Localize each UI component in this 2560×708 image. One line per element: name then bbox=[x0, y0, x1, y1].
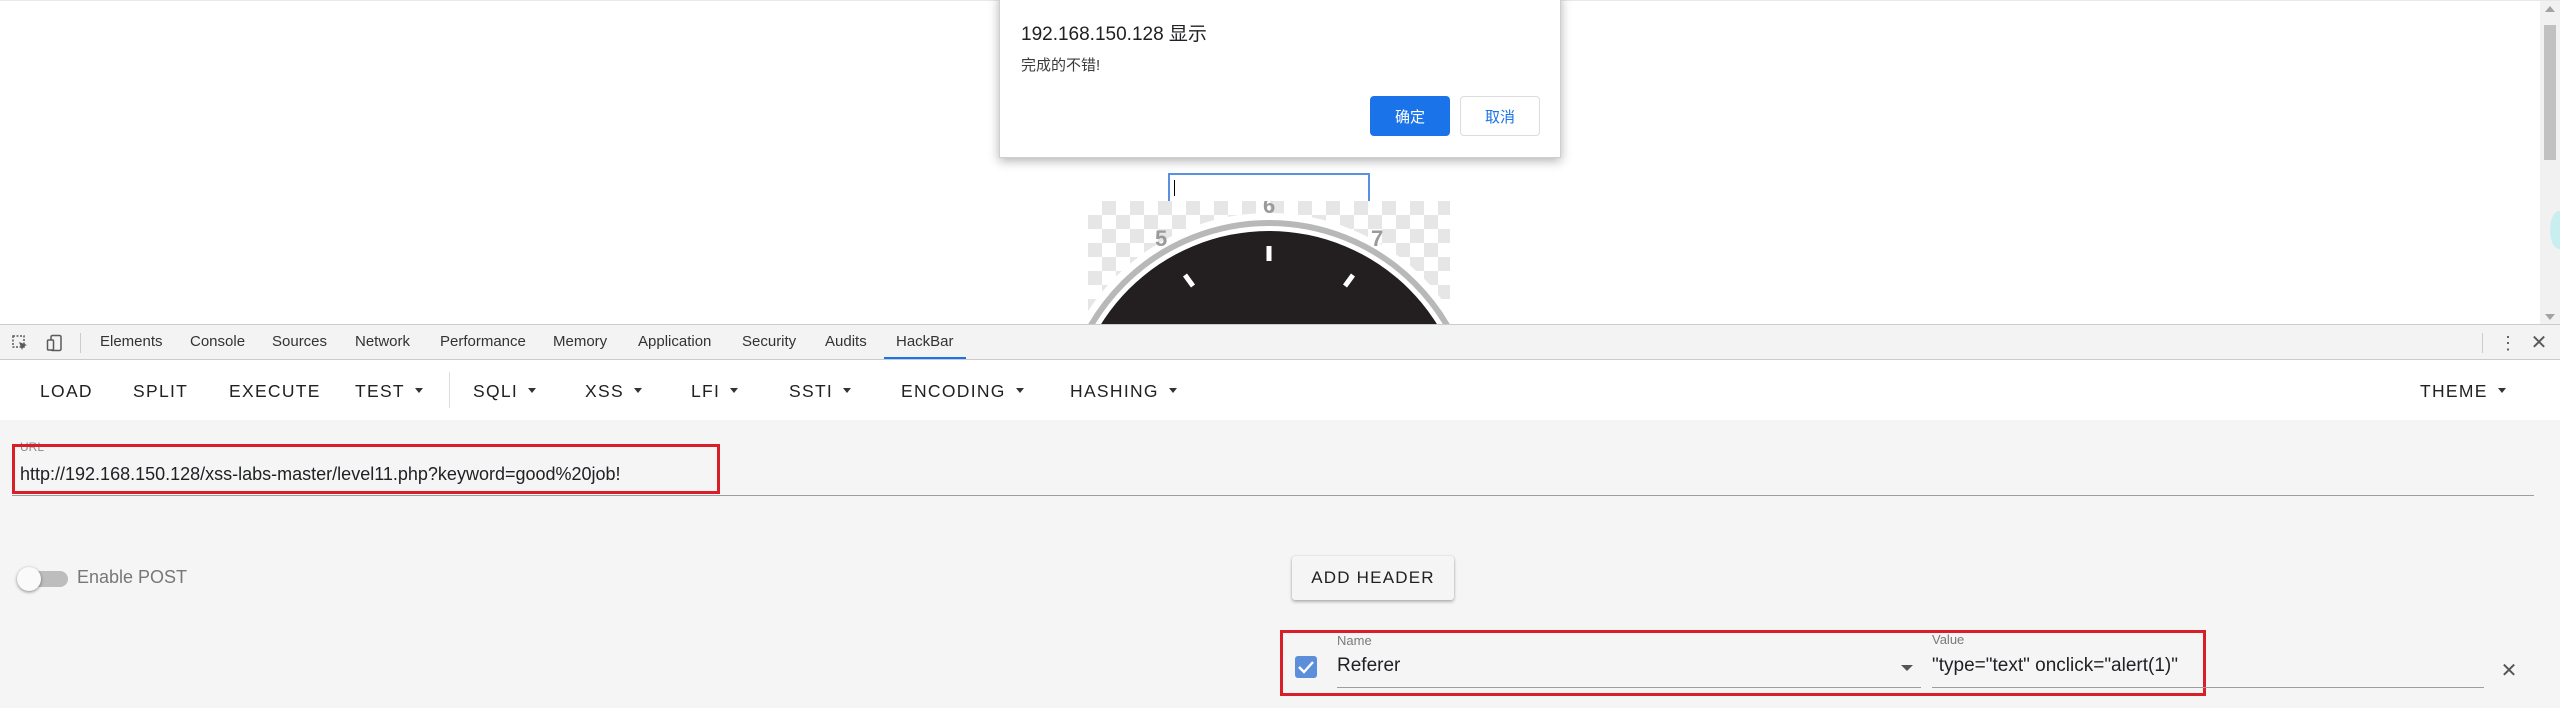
remove-header-icon[interactable]: ✕ bbox=[2498, 660, 2520, 682]
header-name-label: Name bbox=[1337, 633, 1372, 648]
url-highlight-box bbox=[12, 444, 720, 494]
tab-sources[interactable]: Sources bbox=[272, 325, 327, 359]
alert-title: 192.168.150.128 显示 bbox=[1021, 24, 1207, 45]
browser-window: 5 6 7 192.168.150.128 显示 完成的不错! 确定 取消 El… bbox=[0, 0, 2560, 708]
header-enabled-checkbox[interactable] bbox=[1295, 656, 1317, 678]
inspect-element-icon[interactable] bbox=[11, 334, 29, 352]
alert-cancel-button[interactable]: 取消 bbox=[1460, 96, 1540, 136]
hashing-menu-label: HASHING bbox=[1070, 381, 1159, 401]
chevron-down-icon bbox=[730, 387, 739, 393]
theme-menu[interactable]: THEME bbox=[2420, 381, 2506, 401]
header-value-underline bbox=[1932, 687, 2484, 688]
header-name-underline bbox=[1337, 687, 1921, 688]
hashing-menu[interactable]: HASHING bbox=[1070, 381, 1177, 401]
clock-image: 5 6 7 bbox=[1088, 201, 1450, 324]
encoding-menu[interactable]: ENCODING bbox=[901, 381, 1024, 401]
tab-network[interactable]: Network bbox=[355, 325, 410, 359]
devtools-tabbar: Elements Console Sources Network Perform… bbox=[0, 324, 2560, 360]
lfi-menu-label: LFI bbox=[691, 381, 721, 401]
scroll-up-arrow-icon[interactable] bbox=[2545, 6, 2555, 12]
hackbar-panel: LOAD SPLIT EXECUTE TEST SQLI XSS LFI SST… bbox=[0, 360, 2560, 708]
split-button[interactable]: SPLIT bbox=[133, 381, 188, 401]
sqli-menu-label: SQLI bbox=[473, 381, 519, 401]
clock-number-6: 6 bbox=[1263, 201, 1275, 218]
checkmark-icon bbox=[1298, 661, 1314, 674]
scroll-down-arrow-icon[interactable] bbox=[2545, 314, 2555, 320]
close-devtools-icon[interactable]: ✕ bbox=[2530, 333, 2548, 353]
toolbar-divider bbox=[449, 372, 450, 408]
tabbar-separator-right bbox=[2482, 333, 2483, 353]
execute-button[interactable]: EXECUTE bbox=[229, 381, 321, 401]
chevron-down-icon bbox=[414, 387, 423, 393]
page-text-input[interactable] bbox=[1168, 173, 1370, 203]
test-menu-label: TEST bbox=[355, 381, 405, 401]
ssti-menu-label: SSTI bbox=[789, 381, 834, 401]
chevron-down-icon bbox=[1015, 387, 1024, 393]
alert-ok-button[interactable]: 确定 bbox=[1370, 96, 1450, 136]
hackbar-toolbar: LOAD SPLIT EXECUTE TEST SQLI XSS LFI SST… bbox=[0, 360, 2560, 420]
chevron-down-icon bbox=[1168, 387, 1177, 393]
url-underline bbox=[12, 495, 2534, 496]
chevron-down-icon bbox=[633, 387, 642, 393]
text-caret bbox=[1174, 180, 1175, 196]
clock-number-5: 5 bbox=[1155, 226, 1167, 251]
more-options-icon[interactable]: ⋮ bbox=[2499, 334, 2517, 352]
page-scrollbar[interactable] bbox=[2540, 1, 2560, 324]
tab-audits[interactable]: Audits bbox=[825, 325, 867, 359]
tab-memory[interactable]: Memory bbox=[553, 325, 607, 359]
tab-application[interactable]: Application bbox=[638, 325, 711, 359]
chevron-down-icon[interactable] bbox=[1901, 665, 1913, 671]
tab-console[interactable]: Console bbox=[190, 325, 245, 359]
enable-post-toggle-thumb[interactable] bbox=[17, 567, 41, 591]
chevron-down-icon bbox=[528, 387, 537, 393]
chevron-down-icon bbox=[843, 387, 852, 393]
scroll-thumb[interactable] bbox=[2544, 25, 2556, 160]
alert-message: 完成的不错! bbox=[1021, 57, 1101, 74]
xss-menu-label: XSS bbox=[585, 381, 624, 401]
device-toolbar-icon[interactable] bbox=[46, 334, 64, 352]
clock-graphic: 5 6 7 bbox=[1088, 201, 1450, 324]
header-value-input[interactable]: "type="text" onclick="alert(1)" bbox=[1932, 655, 2178, 677]
xss-menu[interactable]: XSS bbox=[585, 381, 642, 401]
lfi-menu[interactable]: LFI bbox=[691, 381, 739, 401]
alert-dialog: 192.168.150.128 显示 完成的不错! 确定 取消 bbox=[999, 0, 1561, 158]
tab-security[interactable]: Security bbox=[742, 325, 796, 359]
header-name-select[interactable]: Referer bbox=[1337, 655, 1400, 677]
tab-hackbar[interactable]: HackBar bbox=[884, 325, 966, 359]
clock-number-7: 7 bbox=[1371, 226, 1383, 251]
chevron-down-icon bbox=[2497, 387, 2506, 393]
theme-menu-label: THEME bbox=[2420, 381, 2488, 401]
tabbar-separator bbox=[80, 333, 81, 353]
sqli-menu[interactable]: SQLI bbox=[473, 381, 537, 401]
load-button[interactable]: LOAD bbox=[40, 381, 93, 401]
add-header-button[interactable]: ADD HEADER bbox=[1292, 556, 1454, 600]
encoding-menu-label: ENCODING bbox=[901, 381, 1006, 401]
tab-elements[interactable]: Elements bbox=[100, 325, 163, 359]
clock-face bbox=[1101, 231, 1437, 324]
ssti-menu[interactable]: SSTI bbox=[789, 381, 852, 401]
tab-performance[interactable]: Performance bbox=[440, 325, 526, 359]
test-menu[interactable]: TEST bbox=[355, 381, 423, 401]
enable-post-label: Enable POST bbox=[77, 567, 188, 587]
header-value-label: Value bbox=[1932, 632, 1965, 647]
